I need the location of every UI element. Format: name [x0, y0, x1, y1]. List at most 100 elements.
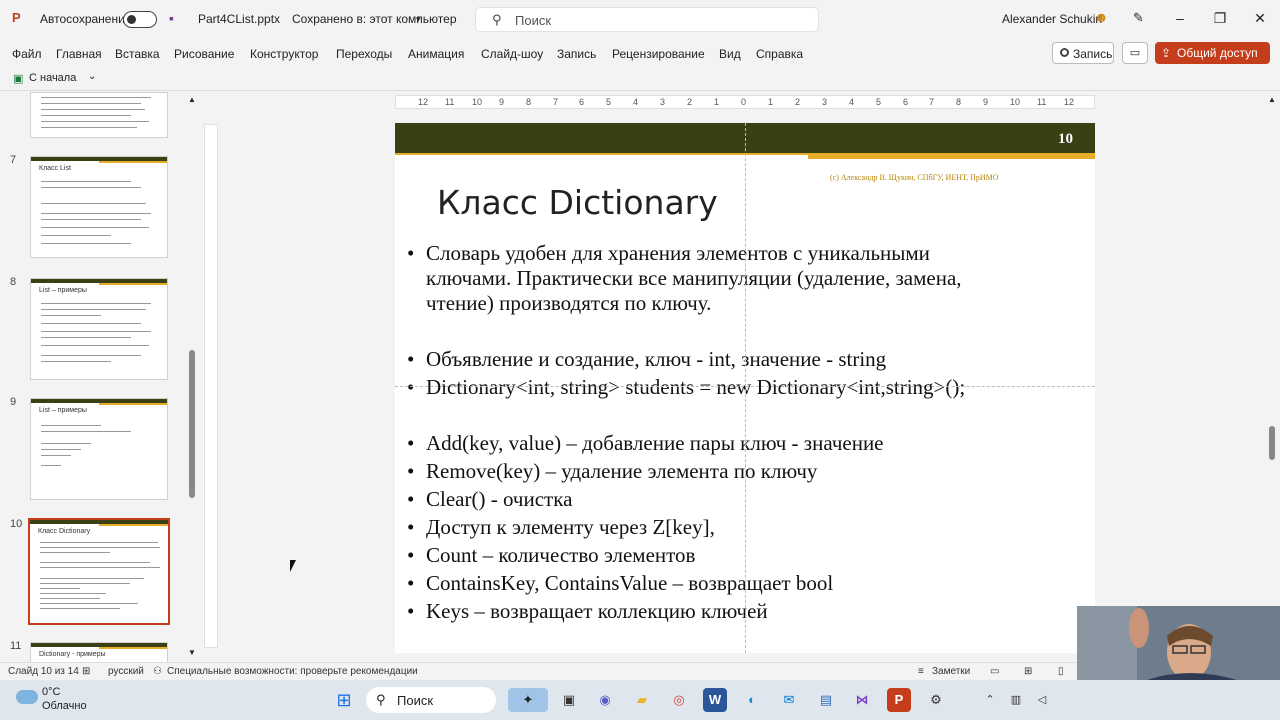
tab-view[interactable]: Вид [719, 47, 741, 61]
share-icon: ⇪ [1161, 46, 1172, 60]
slide-scrollbar[interactable]: ▲ [1268, 95, 1276, 658]
bullet-text: Словарь удобен для хранения элементов с … [426, 241, 930, 265]
slide-title[interactable]: Класс Dictionary [437, 183, 718, 222]
tab-insert[interactable]: Вставка [115, 47, 160, 61]
vertical-guide [745, 123, 746, 653]
edge-icon[interactable]: ◐ [740, 688, 764, 712]
chrome-icon[interactable]: ◎ [667, 688, 691, 712]
task-view-icon[interactable]: ▣ [557, 688, 581, 712]
ruler-tick: 2 [795, 97, 801, 107]
chevron-down-icon[interactable]: ▾ [416, 14, 421, 25]
share-button[interactable]: ⇪ Общий доступ [1155, 42, 1270, 64]
mail-icon[interactable]: ✉ [777, 688, 801, 712]
thumbnail-scrollbar[interactable]: ▲ ▼ [188, 95, 196, 658]
chat-icon[interactable]: ◉ [593, 688, 617, 712]
tab-draw[interactable]: Рисование [174, 47, 234, 61]
powerpoint-logo-icon: P [12, 10, 21, 25]
widget-icon[interactable]: ✦ [508, 688, 548, 712]
autosave-toggle[interactable] [123, 11, 157, 28]
slide-thumbnail-7[interactable]: Класс List [30, 156, 168, 258]
horizontal-guide [395, 386, 1095, 387]
slide-info: Слайд 10 из 14 [8, 666, 79, 677]
tab-record[interactable]: Запись [557, 47, 596, 61]
bullet-text: Clear() - очистка [426, 487, 573, 511]
scroll-down-icon[interactable]: ▼ [188, 648, 196, 657]
notes-button[interactable]: Заметки [932, 666, 970, 677]
windows-start-icon[interactable]: ⊞ [332, 688, 356, 712]
customize-icon[interactable]: ⌄ [88, 71, 96, 82]
scroll-up-icon[interactable]: ▲ [188, 95, 196, 104]
spelling-icon[interactable]: ⊞ [82, 666, 90, 677]
record-icon [1060, 48, 1069, 57]
accessibility-status[interactable]: Специальные возможности: проверьте реком… [167, 666, 418, 677]
from-start-button[interactable]: С начала [29, 72, 76, 84]
scroll-up-icon[interactable]: ▲ [1268, 95, 1276, 104]
reading-view-icon[interactable]: ▯ [1058, 666, 1064, 677]
tab-help[interactable]: Справка [756, 47, 803, 61]
tab-file[interactable]: Файл [12, 47, 42, 61]
ruler-tick: 6 [903, 97, 909, 107]
ruler-tick: 5 [876, 97, 882, 107]
minimize-icon[interactable]: – [1170, 10, 1190, 26]
tab-slideshow[interactable]: Слайд-шоу [481, 47, 543, 61]
pen-icon[interactable]: ✎ [1133, 10, 1144, 26]
weather-cloud-icon[interactable] [16, 690, 38, 704]
ruler-tick: 4 [633, 97, 639, 107]
notepad-icon[interactable]: ▤ [814, 688, 838, 712]
language-indicator[interactable]: русский [108, 666, 144, 677]
search-box[interactable]: ⚲ Поиск [475, 7, 819, 32]
weather-temperature[interactable]: 0°C [42, 686, 60, 698]
ruler-tick: 7 [553, 97, 559, 107]
record-label: Запись [1073, 47, 1113, 61]
slide-thumbnail-8[interactable]: List – примеры [30, 278, 168, 380]
presenter-video [1077, 606, 1280, 680]
slide-thumbnail-6[interactable] [30, 92, 168, 138]
word-icon[interactable]: W [703, 688, 727, 712]
normal-view-icon[interactable]: ▭ [990, 666, 999, 677]
scrollbar-thumb[interactable] [1269, 426, 1275, 460]
bullet-text: Remove(key) – удаление элемента по ключу [426, 459, 818, 483]
thumbnail-title: List – примеры [39, 287, 87, 294]
tab-home[interactable]: Главная [56, 47, 102, 61]
close-icon[interactable]: ✕ [1250, 10, 1270, 27]
bullet-dot: • [407, 543, 415, 567]
slide-thumbnail-11[interactable]: Dictionary - примеры [30, 642, 168, 662]
tab-review[interactable]: Рецензирование [612, 47, 705, 61]
mouse-cursor [290, 560, 296, 572]
user-name[interactable]: Alexander Schukin [1002, 12, 1102, 26]
save-icon[interactable]: ▪ [169, 10, 174, 26]
taskbar-search[interactable]: ⚲ Поиск [366, 687, 496, 713]
scrollbar-thumb[interactable] [189, 350, 195, 498]
restore-icon[interactable]: ❐ [1210, 10, 1230, 27]
powerpoint-icon[interactable]: P [887, 688, 911, 712]
ruler-tick: 3 [660, 97, 666, 107]
ruler-tick: 4 [849, 97, 855, 107]
tab-design[interactable]: Конструктор [250, 47, 318, 61]
visual-studio-icon[interactable]: ⋈ [850, 688, 874, 712]
search-input[interactable]: Поиск [515, 13, 551, 28]
slide-sorter-icon[interactable]: ⊞ [1024, 666, 1032, 677]
slideshow-icon[interactable]: ▣ [13, 72, 23, 85]
file-explorer-icon[interactable]: ▰ [630, 688, 654, 712]
slide-thumbnail-9[interactable]: List – примеры [30, 398, 168, 500]
ruler-tick: 2 [687, 97, 693, 107]
accessibility-icon: ⚇ [153, 666, 162, 677]
slide-thumbnail-10[interactable]: Класс Dictionary [28, 518, 170, 625]
tray-chevron-icon[interactable]: ⌃ [978, 688, 1002, 712]
bullet-dot: • [407, 599, 415, 623]
slide-number: 7 [10, 154, 17, 166]
record-button[interactable]: Запись [1052, 42, 1114, 64]
network-icon[interactable]: ▥ [1004, 688, 1028, 712]
save-status[interactable]: Сохранено в: этот компьютер [292, 12, 457, 26]
bullet-dot: • [407, 487, 415, 511]
volume-icon[interactable]: ◁ [1030, 688, 1054, 712]
comment-button[interactable]: ▭ [1122, 42, 1148, 64]
settings-icon[interactable]: ⚙ [924, 688, 948, 712]
bullet-dot: • [407, 459, 415, 483]
tab-transitions[interactable]: Переходы [336, 47, 392, 61]
slide[interactable]: 10 (c) Александр В. Щукин, СПбГУ, ИЕНТ, … [395, 123, 1095, 653]
tab-animations[interactable]: Анимация [408, 47, 464, 61]
avatar[interactable]: ☻ [1094, 9, 1109, 25]
vertical-ruler [204, 124, 218, 648]
weather-description[interactable]: Облачно [42, 700, 87, 712]
